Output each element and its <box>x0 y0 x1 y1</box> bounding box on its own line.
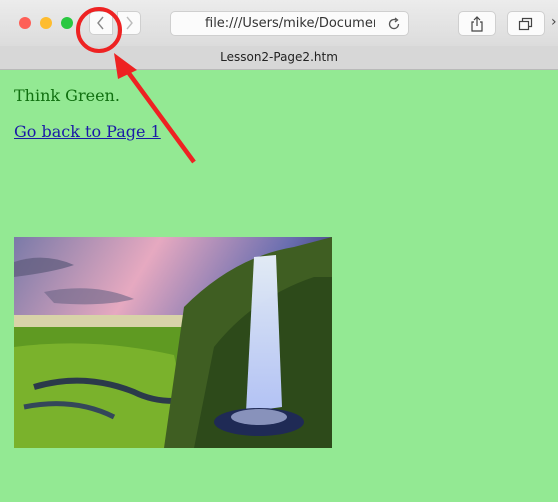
waterfall-photo <box>14 237 332 448</box>
share-button[interactable] <box>458 11 496 36</box>
show-tabs-button[interactable] <box>507 11 545 36</box>
page-heading: Think Green. <box>14 86 120 105</box>
browser-toolbar: file:///Users/mike/Document › <box>0 0 558 47</box>
tabs-icon <box>518 17 533 30</box>
zoom-window-button[interactable] <box>61 17 73 29</box>
minimize-window-button[interactable] <box>40 17 52 29</box>
overflow-glyph[interactable]: › <box>551 14 557 30</box>
back-to-page1-link[interactable]: Go back to Page 1 <box>14 122 161 141</box>
tab-bar: Lesson2-Page2.htm <box>0 46 558 70</box>
address-bar[interactable]: file:///Users/mike/Document <box>170 11 409 36</box>
url-text[interactable]: file:///Users/mike/Document <box>205 16 375 31</box>
forward-button[interactable] <box>117 11 141 35</box>
back-button[interactable] <box>89 11 113 35</box>
reload-icon[interactable] <box>387 17 401 31</box>
back-icon <box>97 16 104 30</box>
close-window-button[interactable] <box>19 17 31 29</box>
forward-icon <box>126 16 133 30</box>
share-icon <box>471 15 483 32</box>
page-content: Think Green. Go back to Page 1 <box>0 70 558 502</box>
tab-title[interactable]: Lesson2-Page2.htm <box>0 50 558 64</box>
